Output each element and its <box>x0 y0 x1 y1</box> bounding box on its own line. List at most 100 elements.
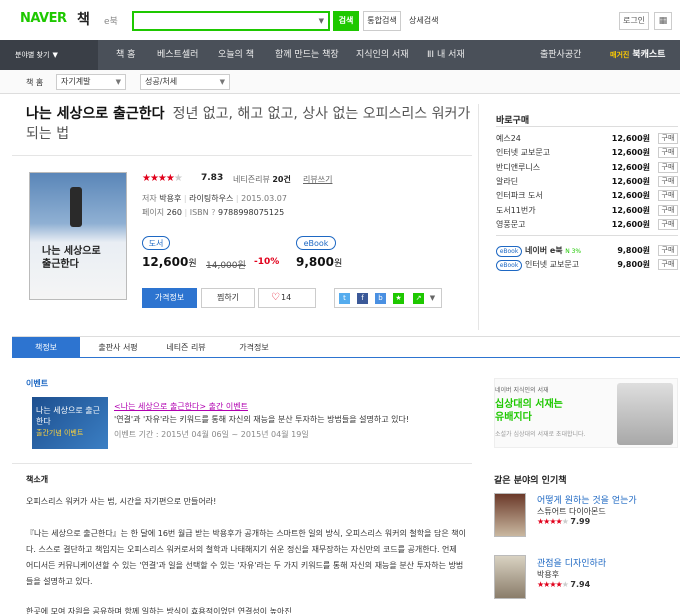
like-button[interactable]: ♡ 14 <box>258 288 316 308</box>
author-row: 저자 박용후 | 라이팅하우스 | 2015.03.07 <box>142 194 287 203</box>
chevron-down-icon[interactable]: ▼ <box>319 17 324 25</box>
grid-menu-icon[interactable]: ▦ <box>654 12 672 30</box>
store-row[interactable]: 반디앤루니스 12,600원 구매 <box>496 162 678 175</box>
event-link[interactable]: <나는 세상으로 출근한다> 출간 이벤트 <box>114 401 248 412</box>
store-price: 12,600원 <box>611 177 650 186</box>
review-write-link[interactable]: 리뷰쓰기 <box>303 174 332 185</box>
event-banner[interactable]: 나는 세상으로 출근한다 출간기념 이벤트 <box>32 397 108 449</box>
nav-item-book-home[interactable]: 책 홈 <box>116 40 135 70</box>
tab-publisher-review[interactable]: 출판사 서평 <box>84 337 152 358</box>
share-icon[interactable]: ↗ <box>413 293 424 304</box>
facebook-icon[interactable]: f <box>357 293 368 304</box>
nav-item-my-library[interactable]: ⅡⅠ 내 서재 <box>427 40 465 70</box>
store-price: 12,600원 <box>611 134 650 143</box>
buy-button[interactable]: 구매 <box>658 176 678 187</box>
store-row[interactable]: 인터파크 도서 12,600원 구매 <box>496 190 678 203</box>
isbn-label: ISBN <box>189 208 209 217</box>
store-row[interactable]: 인터넷 교보문고 12,600원 구매 <box>496 147 678 160</box>
popular-book-title[interactable]: 관점을 디자인하라 <box>537 556 606 569</box>
buy-button[interactable]: 구매 <box>658 133 678 144</box>
chevron-down-icon[interactable]: ▼ <box>427 293 438 304</box>
divider <box>496 126 678 127</box>
discount-rate: -10% <box>254 257 280 267</box>
tab-book-info[interactable]: 책정보 <box>12 337 80 358</box>
publisher-link[interactable]: 라이팅하우스 <box>189 194 233 203</box>
content-tabs: 책정보 출판사 서평 네티즌 리뷰 가격정보 <box>12 336 680 358</box>
ebook-link[interactable]: e북 <box>104 14 118 27</box>
nav-item-publisher[interactable]: 출판사공간 <box>540 40 581 70</box>
review-count[interactable]: 네티즌리뷰 20건 <box>233 174 291 185</box>
tab-netizen-review[interactable]: 네티즌 리뷰 <box>152 337 220 358</box>
author-photo <box>617 383 673 445</box>
help-icon[interactable]: ? <box>211 208 215 217</box>
buy-button[interactable]: 구매 <box>658 205 678 216</box>
breadcrumb-level1: 자기계발 <box>61 77 91 86</box>
store-name: 도서11번가 <box>496 206 536 215</box>
search-button[interactable]: 검색 <box>333 11 359 31</box>
store-name: 알라딘 <box>496 177 519 186</box>
banner-title-line1: 십상대의 서재는 <box>495 399 563 410</box>
blog-icon[interactable]: b <box>375 293 386 304</box>
bookmark-icon[interactable]: ★ <box>393 293 404 304</box>
buy-button[interactable]: 구매 <box>658 147 678 158</box>
naver-logo[interactable]: NAVER <box>20 11 67 26</box>
expert-library-banner[interactable]: 네이버 지식인의 서재 십상대의 서재는 유배지다 소설가 심상대의 서재로 초대… <box>494 378 678 448</box>
event-heading: 이벤트 <box>26 379 49 388</box>
book-cover[interactable]: 나는 세상으로 출근한다 <box>29 172 127 300</box>
popular-book-item[interactable]: 어떻게 원하는 것을 얻는가 스튜어트 다이아몬드 ★★★★★ 7.99 <box>537 493 637 526</box>
integrated-search-button[interactable]: 통합검색 <box>363 11 401 31</box>
nav-item-bestseller[interactable]: 베스트셀러 <box>157 40 198 70</box>
buy-button[interactable]: 구매 <box>658 219 678 230</box>
store-name: 반디앤루니스 <box>496 163 541 172</box>
ebook-store-row[interactable]: eBook 네이버 e북 N 3% 9,800원 구매 <box>496 245 678 258</box>
store-name: 예스24 <box>496 134 521 143</box>
buy-button[interactable]: 구매 <box>658 259 678 270</box>
popular-book-author: 스튜어트 다이아몬드 <box>537 507 606 516</box>
intro-paragraph-2: 한곳에 모여 자원을 공유하며 함께 일하는 방식이 효용적이었던 연결성이 높… <box>26 607 292 614</box>
wishlist-button[interactable]: 찜하기 <box>201 288 255 308</box>
popular-book-cover[interactable] <box>494 493 526 537</box>
cover-title: 나는 세상으로 출근한다 <box>42 246 101 270</box>
store-row[interactable]: 영풍문고 12,600원 구매 <box>496 219 678 232</box>
buy-button[interactable]: 구매 <box>658 245 678 256</box>
store-name: 인터파크 도서 <box>496 191 543 200</box>
rating-score: 7.83 <box>201 173 224 183</box>
popular-book-item[interactable]: 관점을 디자인하라 박용후 ★★★★★ 7.94 <box>537 556 606 589</box>
chevron-down-icon: ▼ <box>219 78 225 86</box>
page-count: 260 <box>166 208 182 217</box>
buy-button[interactable]: 구매 <box>658 190 678 201</box>
original-price: 14,000원 <box>206 261 246 271</box>
nav-item-bookcast[interactable]: 매거진 북캐스트 <box>610 40 665 70</box>
ebook-store-row[interactable]: eBook 인터넷 교보문고 9,800원 구매 <box>496 259 678 272</box>
divider <box>12 155 472 156</box>
store-row[interactable]: 도서11번가 12,600원 구매 <box>496 205 678 218</box>
login-button[interactable]: 로그인 <box>619 12 649 30</box>
breadcrumb-select-2[interactable]: ▼ 성공/처세 <box>140 74 230 90</box>
author-link[interactable]: 박용후 <box>159 194 181 203</box>
popular-book-cover[interactable] <box>494 555 526 599</box>
nav-item-today-book[interactable]: 오늘의 책 <box>218 40 254 70</box>
twitter-icon[interactable]: t <box>339 293 350 304</box>
breadcrumb-select-1[interactable]: ▼ 자기계발 <box>56 74 126 90</box>
detail-search-link[interactable]: 상세검색 <box>409 15 438 26</box>
book-service-logo[interactable]: 책 <box>77 9 90 29</box>
store-name: 네이버 e북 <box>525 246 563 255</box>
banner-small-text: 네이버 지식인의 서재 <box>495 387 549 394</box>
popular-books-title: 같은 분야의 인기책 <box>494 476 567 486</box>
nav-item-shared-shelf[interactable]: 함께 만드는 책장 <box>275 40 339 70</box>
nav-item-expert-library[interactable]: 지식인의 서재 <box>356 40 409 70</box>
store-price: 12,600원 <box>611 163 650 172</box>
search-input[interactable]: ▼ <box>132 11 330 31</box>
event-desc: '연결'과 '자유'라는 키워드를 통해 자신의 재능을 분산 투자하는 방법들… <box>114 415 410 424</box>
store-row[interactable]: 알라딘 12,600원 구매 <box>496 176 678 189</box>
store-row[interactable]: 예스24 12,600원 구매 <box>496 133 678 146</box>
category-menu-button[interactable]: 분야별 찾기 ▼ <box>0 40 98 70</box>
rating-stars: ★★★★★ <box>537 580 569 589</box>
breadcrumb-home[interactable]: 책 홈 <box>26 77 43 88</box>
popular-book-title[interactable]: 어떻게 원하는 것을 얻는가 <box>537 493 637 506</box>
popular-book-rating: 7.94 <box>570 580 591 589</box>
tab-price-info[interactable]: 가격정보 <box>220 337 288 358</box>
price-info-button[interactable]: 가격정보 <box>142 288 197 308</box>
heart-icon: ♡ <box>271 292 280 303</box>
buy-button[interactable]: 구매 <box>658 162 678 173</box>
